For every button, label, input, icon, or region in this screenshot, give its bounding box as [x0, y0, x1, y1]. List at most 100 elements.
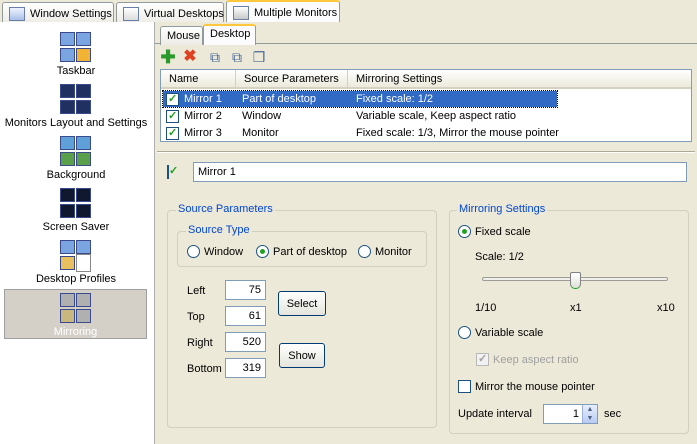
checkbox-label: Keep aspect ratio [493, 353, 579, 366]
subtab-desktop[interactable]: Desktop [203, 24, 256, 45]
radio-circle [458, 225, 471, 238]
mirror-name-input[interactable]: Mirror 1 [193, 162, 687, 182]
radio-label: Window [204, 245, 244, 258]
tab-label: Multiple Monitors [254, 7, 338, 19]
mirror-list[interactable]: Name Source Parameters Mirroring Setting… [160, 69, 692, 142]
top-label: Top [187, 311, 205, 323]
radio-circle [458, 326, 471, 339]
tick-label-mid: x1 [570, 302, 582, 314]
source-monitor-radio[interactable]: Monitor [358, 245, 412, 258]
source-parameters-title: Source Parameters [176, 203, 275, 215]
row-checkbox[interactable] [166, 126, 179, 140]
radio-circle [256, 245, 269, 258]
mirror-mouse-pointer-checkbox[interactable]: Mirror the mouse pointer [458, 380, 595, 393]
row-mirroring: Fixed scale: 1/2 [356, 93, 434, 105]
sidebar-item-monitors-layout[interactable]: Monitors Layout and Settings [0, 84, 152, 129]
radio-circle [187, 245, 200, 258]
background-icon [60, 136, 92, 168]
update-interval-label: Update interval [458, 408, 532, 420]
row-checkbox[interactable] [166, 92, 179, 106]
row-name: Mirror 3 [184, 127, 222, 139]
radio-label: Part of desktop [273, 245, 347, 258]
sidebar-item-label: Monitors Layout and Settings [4, 117, 148, 129]
tick-label-max: x10 [657, 302, 675, 314]
sidebar-item-background[interactable]: Background [0, 136, 152, 181]
subtab-mouse[interactable]: Mouse [160, 26, 203, 45]
sidebar-item-desktop-profiles[interactable]: Desktop Profiles [0, 240, 152, 285]
sidebar: Taskbar Monitors Layout and Settings Bac… [0, 22, 155, 444]
checkbox-box [458, 380, 471, 393]
sidebar-item-screen-saver[interactable]: Screen Saver [0, 188, 152, 233]
tab-label: Window Settings [30, 7, 112, 20]
splitter[interactable] [157, 151, 695, 153]
tab-virtual-desktops[interactable]: Virtual Desktops [116, 2, 224, 24]
sidebar-item-label: Taskbar [56, 65, 96, 77]
virtual-desktops-icon [123, 6, 139, 21]
tab-window-settings[interactable]: Window Settings [2, 2, 114, 24]
tab-multiple-monitors[interactable]: Multiple Monitors [226, 0, 340, 24]
tab-label: Virtual Desktops [144, 7, 224, 20]
copy-icon[interactable]: ⧉ [207, 49, 223, 65]
checkbox-box [476, 352, 489, 366]
left-label: Left [187, 285, 206, 297]
select-button[interactable]: Select [278, 291, 326, 316]
add-icon[interactable]: ✚ [160, 48, 176, 66]
keep-aspect-checkbox[interactable]: Keep aspect ratio [476, 352, 579, 366]
sidebar-item-label: Mirroring [53, 326, 98, 338]
taskbar-icon [60, 32, 92, 64]
radio-circle [358, 245, 371, 258]
right-input[interactable]: 520 [225, 332, 266, 352]
sidebar-item-label: Desktop Profiles [35, 273, 117, 285]
bottom-input[interactable]: 319 [225, 358, 266, 378]
source-part-of-desktop-radio[interactable]: Part of desktop [256, 245, 347, 258]
sidebar-item-label: Screen Saver [42, 221, 110, 233]
slider-thumb[interactable] [570, 272, 581, 289]
mirror-enabled-checkbox[interactable] [167, 165, 169, 179]
show-button[interactable]: Show [279, 343, 325, 368]
row-name: Mirror 1 [184, 93, 222, 105]
bottom-label: Bottom [187, 363, 222, 375]
table-row[interactable]: Mirror 2 Window Variable scale, Keep asp… [163, 108, 697, 124]
clone-icon[interactable]: ❐ [251, 49, 267, 65]
update-interval-unit: sec [604, 408, 622, 420]
mirroring-icon [59, 293, 92, 325]
row-source: Monitor [242, 127, 279, 139]
column-header-mirroring[interactable]: Mirroring Settings [348, 70, 691, 89]
update-interval-spinner[interactable]: ▲ ▼ [582, 405, 597, 423]
subtab-label: Desktop [210, 28, 251, 40]
radio-label: Variable scale [475, 326, 544, 339]
screen-saver-icon [60, 188, 92, 220]
row-mirroring: Variable scale, Keep aspect ratio [356, 110, 516, 122]
mirroring-settings-title: Mirroring Settings [457, 203, 548, 215]
column-header-name[interactable]: Name [161, 70, 236, 89]
desktop-profiles-icon [60, 240, 92, 272]
monitors-layout-icon [60, 84, 92, 116]
scale-slider[interactable] [482, 272, 668, 302]
radio-label: Fixed scale [475, 225, 531, 238]
row-source: Part of desktop [242, 93, 316, 105]
mirroring-settings-group [449, 210, 689, 434]
top-input[interactable]: 61 [225, 306, 266, 326]
table-row[interactable]: Mirror 1 Part of desktop Fixed scale: 1/… [162, 90, 558, 108]
multiple-monitors-icon [233, 6, 249, 20]
tick-label-min: 1/10 [475, 302, 497, 314]
radio-label: Monitor [375, 245, 412, 258]
window-settings-icon [9, 6, 25, 21]
subtab-label: Mouse [167, 30, 201, 42]
source-window-radio[interactable]: Window [187, 245, 243, 258]
fixed-scale-radio[interactable]: Fixed scale [458, 225, 531, 238]
delete-icon[interactable]: ✖ [182, 49, 198, 65]
row-checkbox[interactable] [166, 109, 179, 123]
sidebar-item-taskbar[interactable]: Taskbar [0, 32, 152, 77]
right-label: Right [187, 337, 213, 349]
row-name: Mirror 2 [184, 110, 222, 122]
scale-text: Scale: 1/2 [475, 251, 524, 263]
sidebar-item-mirroring[interactable]: Mirroring [4, 289, 147, 339]
table-row[interactable]: Mirror 3 Monitor Fixed scale: 1/3, Mirro… [163, 125, 697, 141]
left-input[interactable]: 75 [225, 280, 266, 300]
column-header-source[interactable]: Source Parameters [236, 70, 348, 89]
sidebar-item-label: Background [46, 169, 106, 181]
duplicate-icon[interactable]: ⧉ [229, 49, 245, 65]
variable-scale-radio[interactable]: Variable scale [458, 326, 543, 339]
row-source: Window [242, 110, 282, 122]
